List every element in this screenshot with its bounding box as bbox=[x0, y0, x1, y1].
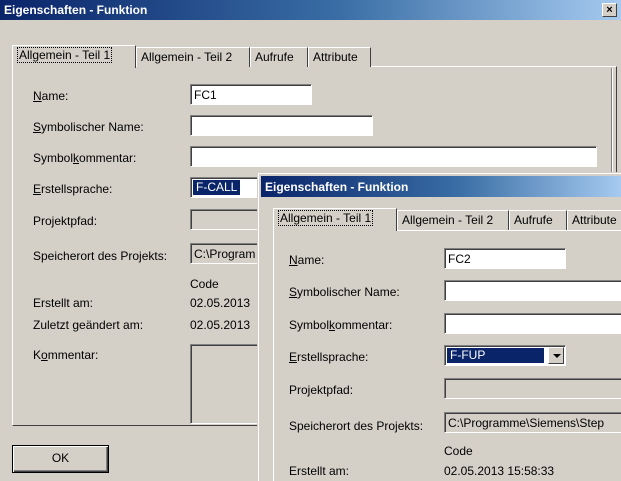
symbolic-name-label: Symbolischer Name: bbox=[33, 120, 144, 134]
tab-general-part-2[interactable]: Allgemein - Teil 2 bbox=[136, 47, 250, 67]
language-dropdown-front[interactable]: F-FUP bbox=[444, 345, 566, 366]
language-selected-front: F-FUP bbox=[447, 348, 544, 363]
symbol-comment-label-front: Symbolkommentar: bbox=[289, 318, 393, 332]
properties-dialog-front: Eigenschaften - Funktion Allgemein - Tei… bbox=[258, 173, 621, 481]
symbol-comment-label: Symbolkommentar: bbox=[33, 151, 137, 165]
title-bar[interactable]: Eigenschaften - Funktion × bbox=[0, 0, 621, 20]
symbol-comment-field-front[interactable] bbox=[444, 313, 621, 334]
modified-value: 02.05.2013 bbox=[190, 318, 251, 332]
created-value: 02.05.2013 bbox=[190, 296, 251, 310]
symbolic-name-label-front: Symbolischer Name: bbox=[289, 285, 400, 299]
tab-attributes[interactable]: Attribute bbox=[308, 47, 371, 67]
storage-location-label-front: Speicherort des Projekts: bbox=[289, 419, 424, 433]
tab-attributes-front[interactable]: Attribute bbox=[567, 210, 621, 230]
tab-calls[interactable]: Aufrufe bbox=[250, 47, 308, 67]
created-label-front: Erstellt am: bbox=[289, 464, 350, 478]
project-path-field-front bbox=[444, 378, 621, 399]
project-path-label: Projektpfad: bbox=[33, 214, 98, 228]
name-label-front: Name: bbox=[289, 253, 325, 267]
dialog-title-front: Eigenschaften - Funktion bbox=[265, 180, 409, 194]
storage-location-label: Speicherort des Projekts: bbox=[33, 249, 168, 263]
name-field[interactable]: FC1 bbox=[190, 84, 312, 105]
close-button[interactable]: × bbox=[602, 3, 617, 17]
panel-scroll-edge bbox=[611, 68, 613, 178]
chevron-down-icon[interactable] bbox=[548, 347, 564, 364]
code-column-header-front: Code bbox=[444, 444, 473, 458]
ok-button[interactable]: OK bbox=[12, 445, 109, 473]
language-label: Erstellsprache: bbox=[33, 182, 113, 196]
tab-calls-front[interactable]: Aufrufe bbox=[509, 210, 567, 230]
created-label: Erstellt am: bbox=[33, 296, 94, 310]
language-label-front: Erstellsprache: bbox=[289, 350, 369, 364]
tab-general-part-2-front[interactable]: Allgemein - Teil 2 bbox=[397, 210, 509, 230]
language-selected: F-CALL bbox=[193, 180, 241, 195]
close-icon: × bbox=[606, 4, 613, 16]
tab-general-part-1-front[interactable]: Allgemein - Teil 1 bbox=[273, 208, 397, 231]
symbolic-name-field-front[interactable] bbox=[444, 280, 621, 301]
tab-general-part-1[interactable]: Allgemein - Teil 1 bbox=[12, 45, 136, 68]
modified-label: Zuletzt geändert am: bbox=[33, 318, 144, 332]
code-column-header: Code bbox=[190, 277, 219, 291]
symbolic-name-field[interactable] bbox=[190, 115, 373, 136]
name-label: Name: bbox=[33, 89, 69, 103]
storage-location-field-front: C:\Programme\Siemens\Step bbox=[444, 412, 621, 433]
comment-label: Kommentar: bbox=[33, 348, 99, 362]
name-field-front[interactable]: FC2 bbox=[444, 248, 566, 269]
created-value-front: 02.05.2013 15:58:33 bbox=[444, 464, 555, 478]
title-bar-front[interactable]: Eigenschaften - Funktion bbox=[261, 176, 621, 197]
project-path-label-front: Projektpfad: bbox=[289, 383, 354, 397]
dialog-title: Eigenschaften - Funktion bbox=[4, 3, 148, 17]
symbol-comment-field[interactable] bbox=[190, 146, 597, 167]
